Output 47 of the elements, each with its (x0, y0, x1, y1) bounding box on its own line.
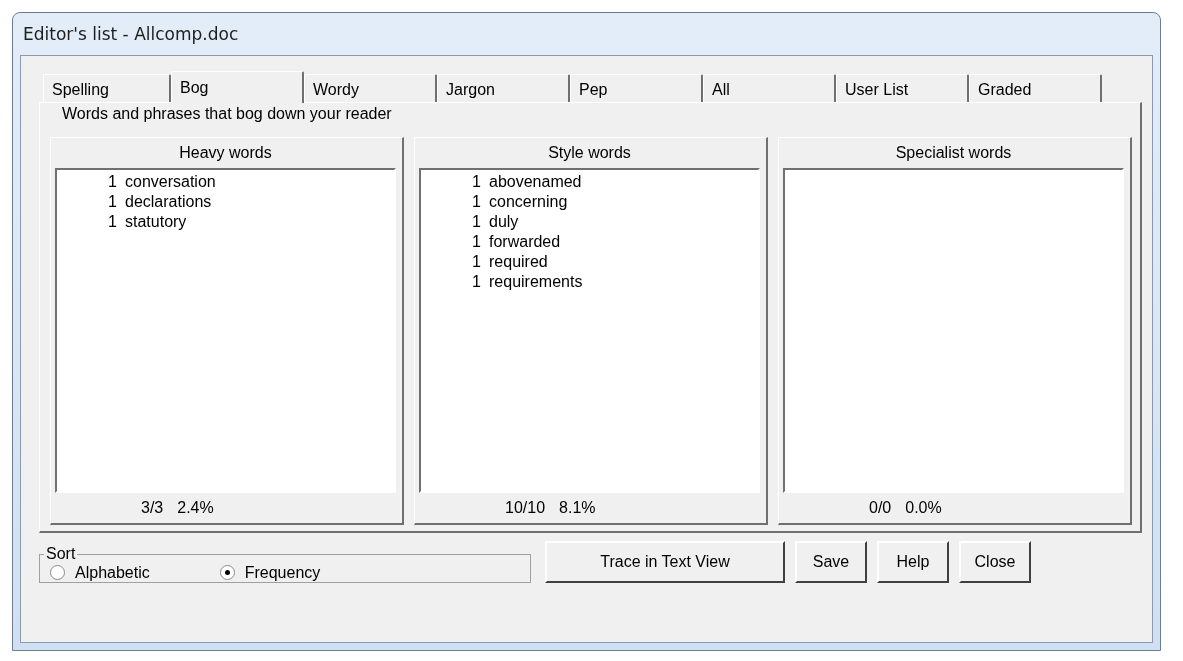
tab[interactable]: Spelling (43, 74, 171, 102)
column-header: Heavy words (178, 143, 273, 163)
word-text: statutory (125, 212, 187, 232)
count-text: 1 (107, 212, 117, 232)
word-text: conversation (125, 172, 216, 192)
dialog-button[interactable]: Trace in Text View (545, 541, 785, 583)
radio-option[interactable]: Alphabetic (50, 563, 150, 582)
word-list[interactable] (783, 168, 1124, 493)
window-title: Editor's list - Allcomp.doc (23, 24, 239, 44)
tab[interactable]: Wordy (304, 74, 437, 102)
summary-text: 0.0% (905, 499, 942, 517)
count-text: 1 (471, 252, 481, 272)
tab[interactable]: Bog (171, 71, 304, 103)
word-text: abovenamed (489, 172, 582, 192)
summary-text: 3/3 (141, 499, 164, 517)
count-text: 1 (471, 272, 481, 292)
dialog-button[interactable]: Close (959, 541, 1031, 583)
word-text: forwarded (489, 232, 561, 252)
dialog-button[interactable]: Help (877, 541, 949, 583)
word-text: concerning (489, 192, 568, 212)
summary-text: 10/10 (505, 499, 546, 517)
group-label: Sort (45, 545, 77, 563)
summary-text: 2.4% (177, 499, 214, 517)
summary-text: 8.1% (559, 499, 596, 517)
column-header: Specialist words (894, 143, 1013, 163)
count-text: 1 (471, 192, 481, 212)
word-text: requirements (489, 272, 583, 292)
count-text: 1 (471, 232, 481, 252)
tab[interactable]: Graded (969, 74, 1102, 102)
tab[interactable]: User List (836, 74, 969, 102)
word-text: duly (489, 212, 519, 232)
tab[interactable]: Pep (570, 74, 703, 102)
word-text: declarations (125, 192, 212, 212)
count-text: 1 (107, 192, 117, 212)
count-text: 1 (471, 172, 481, 192)
word-list[interactable]: 1 abovenamed 1 concerning 1 duly 1 forwarded 1 required 1 requirements (419, 168, 760, 493)
column-header: Style words (547, 143, 632, 163)
word-list[interactable]: 1 conversation 1 declarations 1 statutory (55, 168, 396, 493)
count-text: 1 (471, 212, 481, 232)
tab[interactable]: All (703, 74, 836, 102)
word-text: required (489, 252, 548, 272)
description-text: Words and phrases that bog down your reader (61, 105, 393, 124)
summary-text: 0/0 (869, 499, 892, 517)
count-text: 1 (107, 172, 117, 192)
radio-option[interactable]: Frequency (219, 563, 321, 582)
dialog-button[interactable]: Save (795, 541, 867, 583)
tab[interactable]: Jargon (437, 74, 570, 102)
